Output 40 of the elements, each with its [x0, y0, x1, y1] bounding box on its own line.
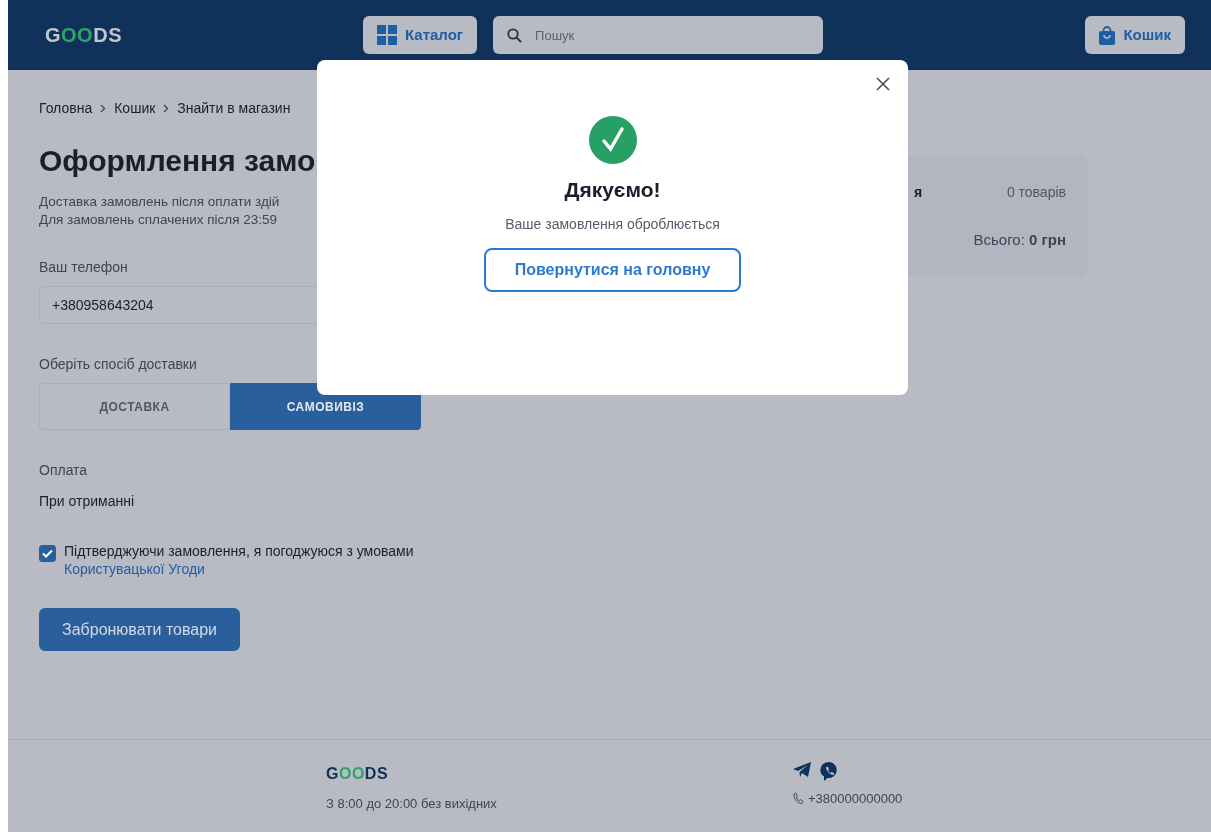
delivery-note: Доставка замовлень після оплати здій	[39, 193, 280, 211]
summary-title: я	[914, 183, 923, 202]
chat-phone-icon[interactable]	[820, 762, 838, 781]
shopping-bag-icon	[1099, 25, 1116, 45]
paper-plane-icon[interactable]	[793, 762, 812, 778]
breadcrumb-link[interactable]: Знайти в магазин	[177, 98, 291, 119]
item-count: 0 товарів	[1006, 183, 1066, 202]
grid-icon	[377, 25, 397, 45]
return-home-button[interactable]: Повернутися на головну	[484, 247, 741, 292]
payment-method: При отриманні	[39, 492, 135, 511]
agreement-text: Підтверджуючи замовлення, я погоджуюся з умовами Користувацької Угоди	[64, 542, 414, 578]
footer-phone[interactable]: +380000000000	[808, 789, 903, 809]
delivery-option-tab[interactable]: ДОСТАВКА	[39, 383, 230, 430]
payment-label: Оплата	[39, 461, 88, 480]
close-icon	[876, 77, 890, 91]
phone-icon	[793, 792, 804, 806]
cart-button[interactable]: Кошик	[1085, 16, 1185, 54]
order-total: Всього: 0 грн	[972, 230, 1066, 250]
agreement-checkbox[interactable]	[39, 545, 56, 562]
catalog-button[interactable]: Каталог	[363, 16, 478, 54]
dialog-message: Ваше замовлення оброблюється	[504, 214, 721, 234]
working-hours: З 8:00 до 20:00 без вихідних	[326, 795, 498, 813]
delivery-label: Оберіть спосіб доставки	[39, 355, 197, 374]
checkmark-icon	[42, 549, 53, 558]
search-icon	[507, 28, 523, 43]
phone-label: Ваш телефон	[39, 258, 128, 277]
logo[interactable]: GOODS	[45, 20, 122, 50]
delivery-note: Для замовлень сплачених після 23:59	[39, 211, 278, 229]
terms-link[interactable]: Користувацької Угоди	[64, 561, 205, 577]
check-circle-icon	[588, 116, 637, 164]
breadcrumb-link[interactable]: Кошик	[114, 98, 156, 119]
search-field[interactable]: Пошук	[493, 16, 824, 54]
page-title: Оформлення замо	[39, 143, 316, 179]
reserve-button[interactable]: Забронювати товари	[39, 608, 241, 651]
close-button[interactable]	[876, 77, 890, 91]
breadcrumb-link[interactable]: Головна	[39, 98, 93, 119]
chevron-icon	[100, 104, 107, 113]
chevron-icon	[163, 104, 170, 113]
dialog-title: Дякуємо!	[563, 177, 662, 203]
footer-logo[interactable]: GOODS	[326, 762, 793, 786]
